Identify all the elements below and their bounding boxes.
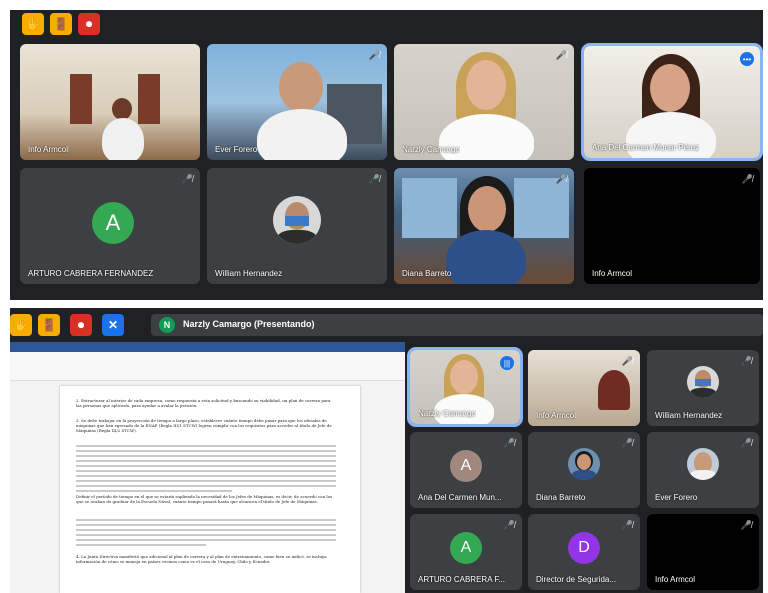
participant-name: Ever Forero <box>655 493 698 502</box>
mic-off-icon: 🎤̸ <box>621 520 633 530</box>
shared-document: 2. Estructurar al interior de cada empre… <box>10 342 405 593</box>
participant-name: Info Armcol <box>655 575 696 584</box>
participant-avatar <box>687 366 719 398</box>
participant-body <box>102 118 144 160</box>
participant-tile[interactable]: 🎤̸ William Hernandez <box>647 350 759 426</box>
participant-face <box>650 64 690 112</box>
presenter-avatar: N <box>159 317 175 333</box>
mic-off-icon: 🎤̸ <box>368 174 380 184</box>
participant-face <box>466 60 506 110</box>
participant-name: Info Armcol <box>536 411 577 420</box>
participant-tile[interactable]: 🎤̸ Diana Barreto <box>394 168 574 284</box>
door-decoration <box>138 74 160 124</box>
participant-avatar: A <box>450 450 482 482</box>
participant-name: Diana Barreto <box>536 493 586 502</box>
mic-off-icon: 🎤̸ <box>368 50 380 60</box>
participant-body <box>257 109 347 160</box>
participant-tile[interactable]: 🎤̸ Narzly Camargo <box>394 44 574 160</box>
participant-head <box>112 98 132 120</box>
participant-tile[interactable]: A 🎤̸ ARTURO CABRERA FERNANDEZ <box>20 168 200 284</box>
participant-name: William Hernandez <box>655 411 723 420</box>
participant-name: Ana Del Carmen Mun... <box>418 493 502 502</box>
participant-tile[interactable]: 🎤̸ Info Armcol <box>584 168 760 284</box>
word-title-bar <box>10 342 405 352</box>
participant-name: Ana Del Carmen Munar Pérez <box>592 143 700 152</box>
participant-name: ARTURO CABRERA F... <box>418 575 505 584</box>
document-paragraph: 4. La Junta Directiva manifestó que adic… <box>76 554 327 564</box>
participant-tile-active[interactable]: ||| Narzly Camargo <box>407 347 523 427</box>
participant-name: Diana Barreto <box>402 269 452 278</box>
participant-name: Info Armcol <box>592 269 633 278</box>
speaking-indicator-icon: ||| <box>500 356 514 370</box>
participant-avatar: A <box>450 532 482 564</box>
mic-off-icon: 🎤̸ <box>621 438 633 448</box>
participant-tile-active[interactable]: ••• Ana Del Carmen Munar Pérez <box>581 43 763 161</box>
participant-avatar <box>273 196 321 244</box>
window-decoration <box>514 178 569 238</box>
no-camera-icon[interactable]: ✕ <box>102 314 124 336</box>
mic-off-icon: 🎤̸ <box>555 50 567 60</box>
participant-name: ARTURO CABRERA FERNANDEZ <box>28 269 154 278</box>
meeting-panel-bottom: ✋ 🚪 ⏺ ✕ N Narzly Camargo (Presentando) 2… <box>10 308 763 593</box>
mic-off-icon: 🎤̸ <box>503 438 515 448</box>
mic-off-icon: 🎤̸ <box>621 356 633 366</box>
participant-avatar: D <box>568 532 600 564</box>
hand-raise-icon[interactable]: ✋ <box>10 314 32 336</box>
participant-face <box>450 360 478 394</box>
participant-name: Director de Segurida... <box>536 575 617 584</box>
participant-tile[interactable]: 🎤̸ Info Armcol <box>647 514 759 590</box>
participant-tile[interactable]: A 🎤̸ ARTURO CABRERA F... <box>410 514 522 590</box>
participant-body <box>446 230 526 284</box>
mic-off-icon: 🎤̸ <box>503 520 515 530</box>
door-decoration <box>70 74 92 124</box>
more-options-icon[interactable]: ••• <box>740 52 754 66</box>
mic-off-icon: 🎤̸ <box>740 438 752 448</box>
presenting-label: Narzly Camargo (Presentando) <box>183 319 315 329</box>
door-exit-icon[interactable]: 🚪 <box>50 13 72 35</box>
participant-name: Ever Forero <box>215 145 258 154</box>
participant-name: Narzly Camargo <box>418 409 476 418</box>
participant-tile[interactable]: 🎤̸ Ever Forero <box>647 432 759 508</box>
participant-name: William Hernandez <box>215 269 283 278</box>
participant-tile[interactable]: 🎤̸ Ever Forero <box>207 44 387 160</box>
mic-off-icon: 🎤̸ <box>741 174 753 184</box>
participant-tile[interactable]: D 🎤̸ Director de Segurida... <box>528 514 640 590</box>
record-icon[interactable]: ⏺ <box>78 13 100 35</box>
mic-off-icon: 🎤̸ <box>740 520 752 530</box>
participant-tile[interactable]: Info Armcol <box>20 44 200 160</box>
participant-avatar <box>687 448 719 480</box>
participant-name: Narzly Camargo <box>402 145 460 154</box>
participant-body <box>598 370 630 410</box>
document-page: 2. Estructurar al interior de cada empre… <box>60 386 360 593</box>
participant-name: Info Armcol <box>28 145 69 154</box>
word-ribbon <box>10 352 405 381</box>
participant-avatar: A <box>92 202 134 244</box>
record-icon[interactable]: ⏺ <box>70 314 92 336</box>
participant-face <box>468 186 506 232</box>
document-paragraph: Definir el período de tiempo en el que s… <box>76 494 333 504</box>
hand-raise-icon[interactable]: ✋ <box>22 13 44 35</box>
mic-off-icon: 🎤̸ <box>181 174 193 184</box>
window-decoration <box>402 178 457 238</box>
participant-tile[interactable]: A 🎤̸ Ana Del Carmen Mun... <box>410 432 522 508</box>
text-lines <box>76 516 336 549</box>
participant-tile[interactable]: 🎤̸ Diana Barreto <box>528 432 640 508</box>
mic-off-icon: 🎤̸ <box>740 356 752 366</box>
document-paragraph: 3. Se debe trabajar en la proyección de … <box>76 418 332 433</box>
presentation-banner: N Narzly Camargo (Presentando) <box>151 314 763 336</box>
participant-head <box>279 62 323 112</box>
text-lines <box>76 442 336 495</box>
meeting-panel-top: ✋ 🚪 ⏺ Info Armcol 🎤̸ Ever Forero 🎤̸ Narz… <box>10 10 763 300</box>
door-exit-icon[interactable]: 🚪 <box>38 314 60 336</box>
participant-tile[interactable]: 🎤̸ Info Armcol <box>528 350 640 426</box>
mic-off-icon: 🎤̸ <box>555 174 567 184</box>
participant-tile[interactable]: 🎤̸ William Hernandez <box>207 168 387 284</box>
participant-avatar <box>568 448 600 480</box>
document-paragraph: 2. Estructurar al interior de cada empre… <box>76 398 331 408</box>
